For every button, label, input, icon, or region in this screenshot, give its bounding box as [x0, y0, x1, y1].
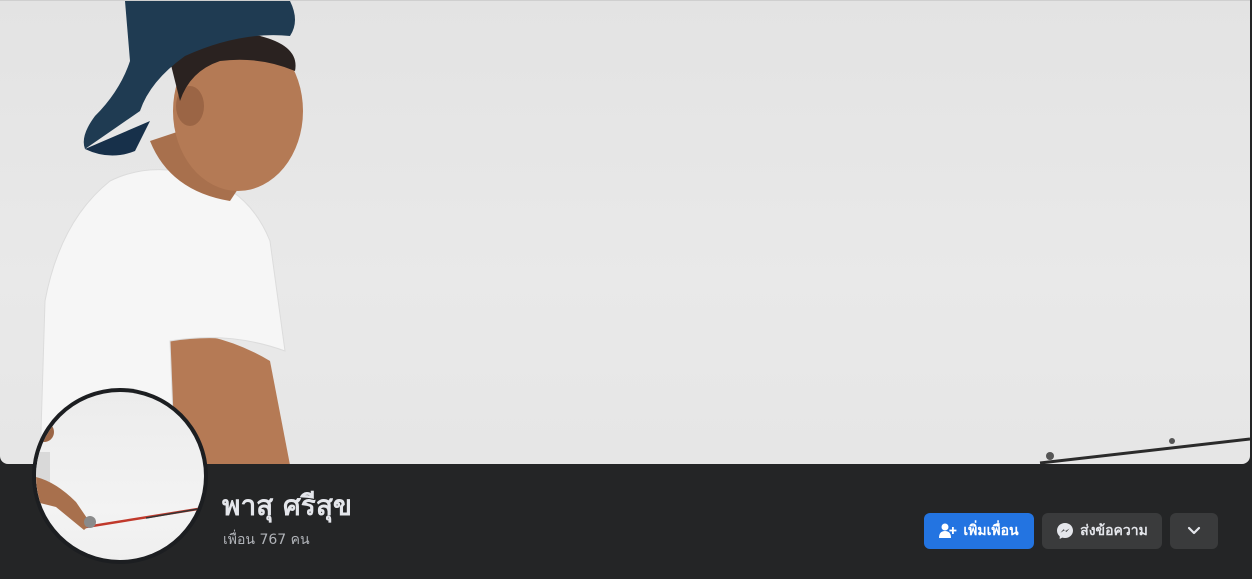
avatar-illustration [36, 420, 204, 530]
profile-name: พาสุ ศรีสุข [222, 489, 353, 522]
add-friend-button[interactable]: เพิ่มเพื่อน [924, 513, 1034, 549]
avatar-photo [36, 392, 204, 560]
more-options-button[interactable] [1170, 513, 1218, 549]
send-message-button[interactable]: ส่งข้อความ [1042, 513, 1162, 549]
profile-avatar[interactable] [32, 388, 208, 564]
add-friend-label: เพิ่มเพื่อน [963, 523, 1019, 539]
chevron-down-icon [1187, 526, 1201, 536]
messenger-icon [1056, 522, 1074, 540]
friends-count[interactable]: เพื่อน 767 คน [223, 530, 310, 550]
send-message-label: ส่งข้อความ [1080, 523, 1148, 539]
add-friend-icon [939, 523, 957, 539]
profile-page: พาสุ ศรีสุข เพื่อน 767 คน เพิ่มเพื่อน ส่… [0, 0, 1252, 579]
